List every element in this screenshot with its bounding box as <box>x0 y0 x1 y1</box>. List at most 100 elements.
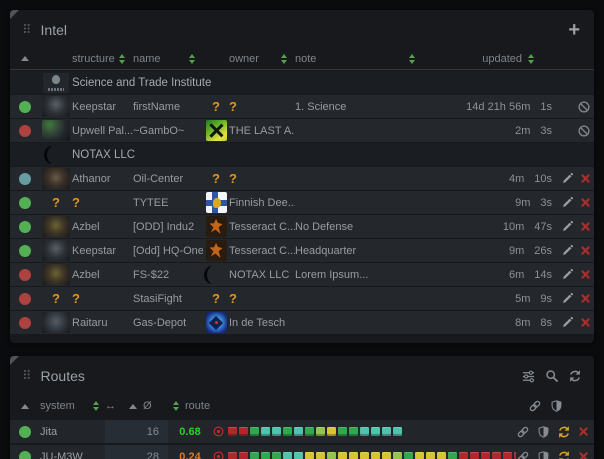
route-segment[interactable] <box>316 452 325 459</box>
route-segment[interactable] <box>459 452 468 459</box>
add-intel-button[interactable]: + <box>566 23 582 37</box>
column-header-note[interactable]: note <box>295 53 423 65</box>
delete-icon[interactable] <box>580 173 591 184</box>
route-segment[interactable] <box>239 452 248 459</box>
edit-icon[interactable] <box>561 292 574 305</box>
route-segment[interactable] <box>327 452 336 459</box>
intel-row[interactable]: AzbelFS-$22NOTAX LLCLorem Ipsum...6m14s <box>10 263 594 286</box>
column-header-system[interactable]: system <box>40 400 105 412</box>
delete-icon[interactable] <box>580 245 591 256</box>
route-segment[interactable] <box>272 452 281 459</box>
edit-icon[interactable] <box>561 244 574 257</box>
route-segment[interactable] <box>503 452 512 459</box>
route-segment[interactable] <box>261 452 270 459</box>
intel-group-row[interactable]: Science and Trade Institute <box>10 71 594 94</box>
route-segment[interactable] <box>349 452 358 459</box>
route-segment[interactable] <box>470 452 479 459</box>
edit-icon[interactable] <box>561 172 574 185</box>
route-segment[interactable] <box>404 452 413 459</box>
route-segment[interactable] <box>228 452 237 459</box>
route-row[interactable]: Jita160.68 <box>10 420 594 443</box>
shield-icon[interactable] <box>550 399 563 413</box>
route-segment[interactable] <box>283 427 292 436</box>
column-header-name[interactable]: name <box>133 53 203 65</box>
route-segment[interactable] <box>338 427 347 436</box>
intel-row[interactable]: ??StasiFight??5m9s <box>10 287 594 310</box>
updated-seconds: 8s <box>540 317 552 329</box>
shield-icon[interactable] <box>537 450 550 459</box>
link-icon[interactable] <box>516 425 530 439</box>
route-segment[interactable] <box>360 427 369 436</box>
route-segment[interactable] <box>382 452 391 459</box>
edit-icon[interactable] <box>561 268 574 281</box>
route-segment[interactable] <box>382 427 391 436</box>
owner-name: ? <box>229 292 295 305</box>
column-header-avg-sec[interactable]: Ø <box>143 400 185 412</box>
route-segment[interactable] <box>261 427 270 436</box>
route-segment[interactable] <box>338 452 347 459</box>
structure-type: Upwell Pal... <box>72 125 133 137</box>
edit-icon[interactable] <box>561 220 574 233</box>
shield-icon[interactable] <box>537 425 550 439</box>
route-segment[interactable] <box>415 452 424 459</box>
link-icon[interactable] <box>516 450 530 459</box>
route-segment[interactable] <box>283 452 292 459</box>
route-segment[interactable] <box>492 452 501 459</box>
route-segment[interactable] <box>360 452 369 459</box>
intel-row[interactable]: Azbel[ODD] Indu2Tesseract C...No Defense… <box>10 215 594 238</box>
route-segment[interactable] <box>294 427 303 436</box>
route-segment[interactable] <box>228 427 237 436</box>
delete-icon[interactable] <box>580 293 591 304</box>
route-segment[interactable] <box>371 452 380 459</box>
intel-group-row[interactable]: NOTAX LLC <box>10 143 594 166</box>
route-segment[interactable] <box>349 427 358 436</box>
column-header-jumps[interactable]: ↔ <box>105 400 143 412</box>
route-segment[interactable] <box>305 452 314 459</box>
route-segment[interactable] <box>250 427 259 436</box>
route-segment[interactable] <box>239 427 248 436</box>
sort-asc-indicator[interactable] <box>10 404 40 409</box>
intel-row[interactable]: KeepstarfirstName??1. Science14d 21h 56m… <box>10 95 594 118</box>
route-segment[interactable] <box>393 452 402 459</box>
route-segment[interactable] <box>272 427 281 436</box>
route-segment[interactable] <box>371 427 380 436</box>
delete-icon[interactable] <box>580 317 591 328</box>
route-segment[interactable] <box>305 427 314 436</box>
route-segment[interactable] <box>448 452 457 459</box>
column-header-updated[interactable]: updated <box>423 53 560 65</box>
route-segment[interactable] <box>426 452 435 459</box>
sort-asc-indicator[interactable] <box>10 56 40 61</box>
delete-icon[interactable] <box>580 197 591 208</box>
intel-row[interactable]: Upwell Pal...~GambO~THE LAST A...2m3s <box>10 119 594 142</box>
updated-time: 14d 21h 56m1s <box>423 101 560 113</box>
refresh-icon[interactable] <box>568 369 582 383</box>
column-header-structure[interactable]: structure <box>72 53 133 65</box>
intel-row[interactable]: ??TYTEEFinnish Dee...9m3s <box>10 191 594 214</box>
refresh-icon[interactable] <box>557 425 571 439</box>
refresh-icon[interactable] <box>557 450 571 459</box>
route-segment[interactable] <box>393 427 402 436</box>
route-segment[interactable] <box>327 427 336 436</box>
route-row[interactable]: JU-M3W280.24 <box>10 445 594 459</box>
intel-row[interactable]: RaitaruGas-DepotIn de Tesch8m8s <box>10 311 594 334</box>
column-header-owner[interactable]: owner <box>229 53 295 65</box>
route-segment[interactable] <box>250 452 259 459</box>
search-icon[interactable] <box>545 369 559 383</box>
delete-icon[interactable] <box>580 221 591 232</box>
delete-icon[interactable] <box>580 269 591 280</box>
route-segment[interactable] <box>481 452 490 459</box>
route-segment[interactable] <box>437 452 446 459</box>
link-icon[interactable] <box>528 399 542 413</box>
route-segment[interactable] <box>316 427 325 436</box>
edit-icon[interactable] <box>561 316 574 329</box>
edit-icon[interactable] <box>561 196 574 209</box>
structure-thumbnail <box>42 312 70 333</box>
intel-row[interactable]: AthanorOil-Center??4m10s <box>10 167 594 190</box>
delete-icon[interactable] <box>578 426 589 437</box>
intel-row[interactable]: Keepstar[Odd] HQ-OneTesseract C...Headqu… <box>10 239 594 262</box>
drag-handle-icon[interactable]: ⠿ <box>22 368 32 384</box>
settings-icon[interactable] <box>521 369 536 384</box>
drag-handle-icon[interactable]: ⠿ <box>22 22 32 38</box>
route-segment[interactable] <box>294 452 303 459</box>
delete-icon[interactable] <box>578 451 589 459</box>
